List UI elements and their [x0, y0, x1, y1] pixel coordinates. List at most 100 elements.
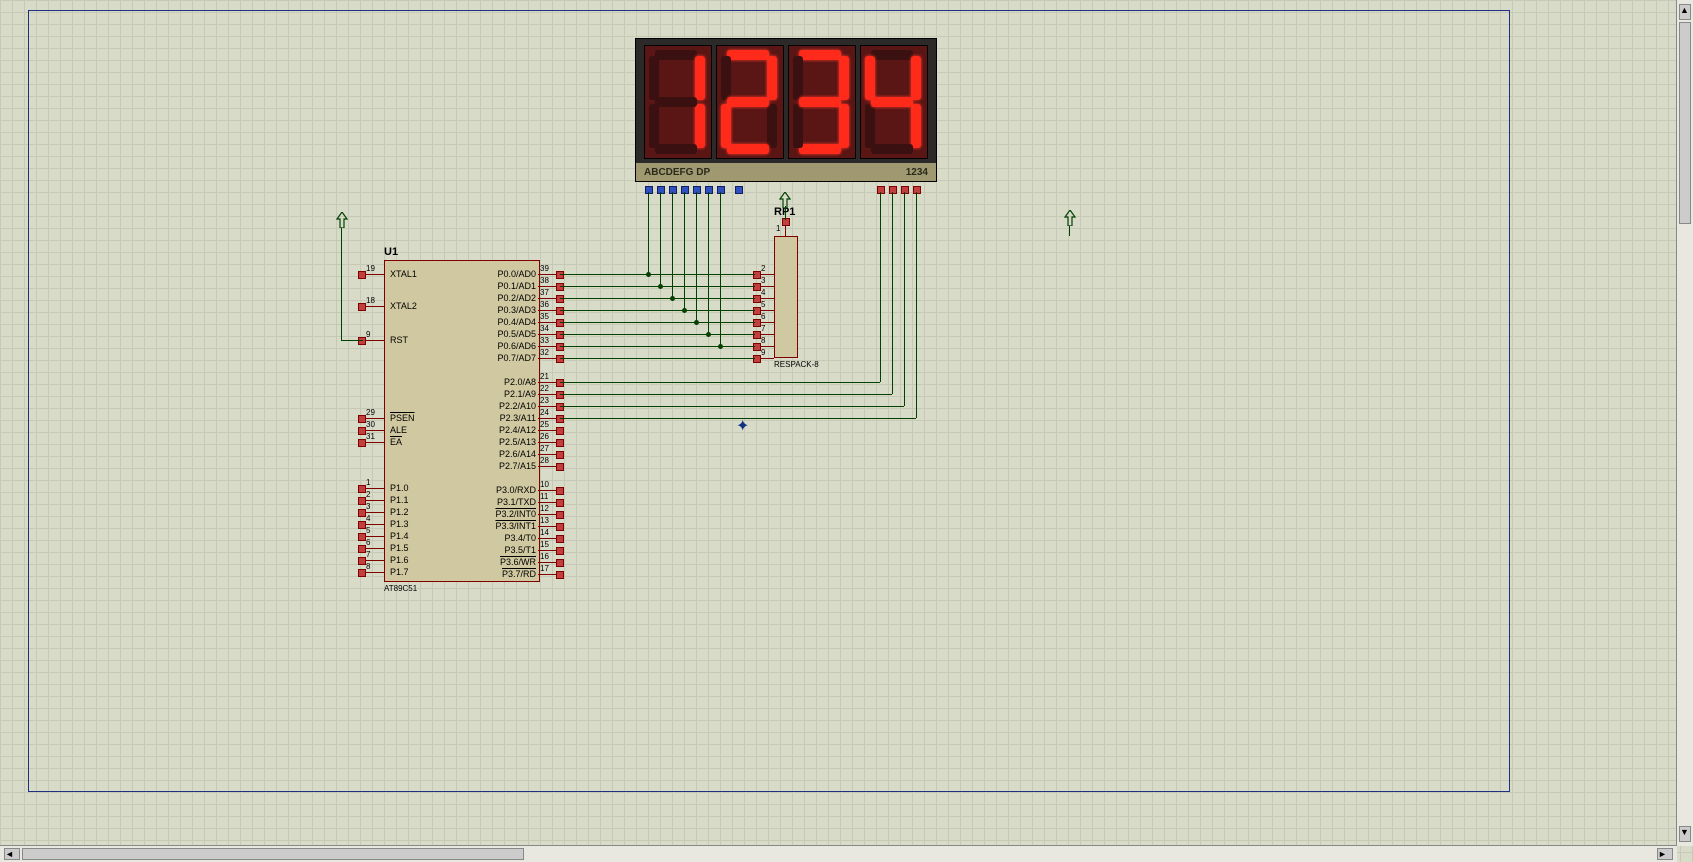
- respack-pin-4[interactable]: [753, 295, 761, 303]
- segment-c: [839, 104, 849, 148]
- horizontal-scrollbar[interactable]: ◄ ►: [0, 845, 1677, 862]
- display-pin-e[interactable]: [693, 186, 701, 194]
- pin-name: P2.4/A12: [499, 425, 536, 435]
- mcu-pin-stub[interactable]: [363, 430, 384, 431]
- mcu-pin-34[interactable]: [556, 331, 564, 339]
- mcu-pin-17[interactable]: [556, 571, 564, 579]
- mcu-pin-19[interactable]: [358, 271, 366, 279]
- mcu-pin-3[interactable]: [358, 509, 366, 517]
- mcu-pin-39[interactable]: [556, 271, 564, 279]
- pin-number: 25: [540, 420, 549, 429]
- respack-pin-6[interactable]: [753, 319, 761, 327]
- pin-name: P2.3/A11: [500, 413, 536, 423]
- mcu-pin-24[interactable]: [556, 415, 564, 423]
- mcu-pin-21[interactable]: [556, 379, 564, 387]
- pin-number: 4: [761, 288, 765, 297]
- display-pin-d[interactable]: [681, 186, 689, 194]
- display-pin-c[interactable]: [669, 186, 677, 194]
- respack-pin-1[interactable]: [782, 218, 790, 226]
- mcu-pin-stub[interactable]: [363, 340, 384, 341]
- mcu-pin-stub[interactable]: [363, 442, 384, 443]
- pin-name: P0.3/AD3: [497, 305, 536, 315]
- segment-c: [911, 104, 921, 148]
- respack-pin-2[interactable]: [753, 271, 761, 279]
- display-pin-dp[interactable]: [735, 186, 743, 194]
- mcu-pin-8[interactable]: [358, 569, 366, 577]
- mcu-pin-15[interactable]: [556, 547, 564, 555]
- vertical-scrollbar[interactable]: ▲ ▼: [1676, 0, 1693, 846]
- respack-pin-9[interactable]: [753, 355, 761, 363]
- mcu-pin-22[interactable]: [556, 391, 564, 399]
- mcu-pin-stub[interactable]: [363, 548, 384, 549]
- display-pin-a[interactable]: [645, 186, 653, 194]
- mcu-pin-37[interactable]: [556, 295, 564, 303]
- mcu-pin-11[interactable]: [556, 499, 564, 507]
- mcu-pin-30[interactable]: [358, 427, 366, 435]
- segment-e: [649, 104, 659, 148]
- mcu-pin-4[interactable]: [358, 521, 366, 529]
- segment-f: [793, 56, 803, 100]
- pin-number: 6: [761, 312, 765, 321]
- seven-segment-display[interactable]: ABCDEFG DP 1234: [635, 38, 937, 182]
- pin-name: P1.6: [390, 555, 409, 565]
- respack-pin-5[interactable]: [753, 307, 761, 315]
- respack-pin-7[interactable]: [753, 331, 761, 339]
- mcu-pin-stub[interactable]: [363, 500, 384, 501]
- mcu-pin-stub[interactable]: [363, 536, 384, 537]
- mcu-pin-stub[interactable]: [363, 274, 384, 275]
- mcu-pin-16[interactable]: [556, 559, 564, 567]
- mcu-pin-28[interactable]: [556, 463, 564, 471]
- mcu-pin-31[interactable]: [358, 439, 366, 447]
- mcu-pin-stub[interactable]: [363, 306, 384, 307]
- mcu-pin-12[interactable]: [556, 511, 564, 519]
- pin-name: P2.6/A14: [499, 449, 536, 459]
- pin-number: 28: [540, 456, 549, 465]
- display-pin-d3[interactable]: [901, 186, 909, 194]
- display-pin-d4[interactable]: [913, 186, 921, 194]
- mcu-pin-7[interactable]: [358, 557, 366, 565]
- mcu-pin-stub[interactable]: [363, 488, 384, 489]
- wire: [560, 406, 904, 407]
- display-pin-d2[interactable]: [889, 186, 897, 194]
- mcu-pin-14[interactable]: [556, 535, 564, 543]
- mcu-pin-stub[interactable]: [363, 418, 384, 419]
- mcu-part: AT89C51: [384, 584, 417, 593]
- mcu-pin-stub[interactable]: [363, 560, 384, 561]
- mcu-pin-stub[interactable]: [363, 524, 384, 525]
- mcu-pin-33[interactable]: [556, 343, 564, 351]
- mcu-pin-10[interactable]: [556, 487, 564, 495]
- mcu-pin-2[interactable]: [358, 497, 366, 505]
- mcu-pin-18[interactable]: [358, 303, 366, 311]
- respack-pin-8[interactable]: [753, 343, 761, 351]
- mcu-pin-36[interactable]: [556, 307, 564, 315]
- mcu-pin-stub[interactable]: [363, 572, 384, 573]
- respack-body[interactable]: [774, 236, 798, 358]
- display-pin-g[interactable]: [717, 186, 725, 194]
- wire: [648, 192, 649, 274]
- segment-a: [799, 50, 841, 60]
- pin-name: P2.1/A9: [504, 389, 536, 399]
- pin-name: P3.0/RXD: [496, 485, 536, 495]
- mcu-pin-6[interactable]: [358, 545, 366, 553]
- pin-number: 36: [540, 300, 549, 309]
- mcu-pin-38[interactable]: [556, 283, 564, 291]
- mcu-pin-13[interactable]: [556, 523, 564, 531]
- mcu-pin-32[interactable]: [556, 355, 564, 363]
- display-pin-b[interactable]: [657, 186, 665, 194]
- mcu-pin-23[interactable]: [556, 403, 564, 411]
- mcu-pin-1[interactable]: [358, 485, 366, 493]
- mcu-pin-9[interactable]: [358, 337, 366, 345]
- mcu-pin-29[interactable]: [358, 415, 366, 423]
- mcu-pin-26[interactable]: [556, 439, 564, 447]
- mcu-pin-5[interactable]: [358, 533, 366, 541]
- mcu-pin-stub[interactable]: [363, 512, 384, 513]
- display-pin-f[interactable]: [705, 186, 713, 194]
- respack-pin-3[interactable]: [753, 283, 761, 291]
- mcu-pin-27[interactable]: [556, 451, 564, 459]
- mcu-pin-25[interactable]: [556, 427, 564, 435]
- mcu-pin-35[interactable]: [556, 319, 564, 327]
- power-arrow-icon: [336, 212, 348, 228]
- wire: [708, 192, 709, 334]
- display-pin-d1[interactable]: [877, 186, 885, 194]
- segment-e: [793, 104, 803, 148]
